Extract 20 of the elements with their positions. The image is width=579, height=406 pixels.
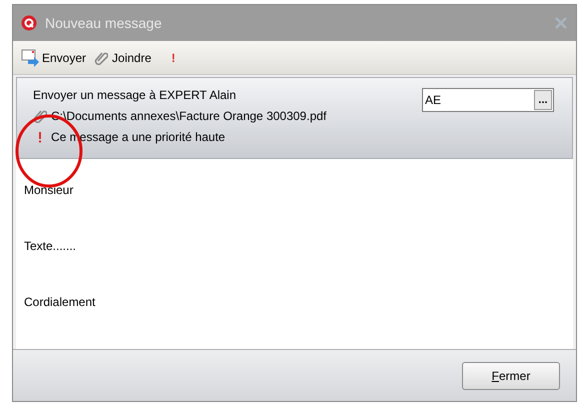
app-logo-icon	[21, 15, 37, 31]
paperclip-icon	[33, 109, 47, 123]
close-icon[interactable]	[554, 17, 568, 29]
priority-button[interactable]: !	[167, 48, 180, 66]
recipient-code: AE	[424, 92, 442, 109]
window-title: Nouveau message	[45, 14, 162, 33]
send-icon	[21, 48, 41, 66]
attach-button[interactable]: Joindre	[94, 48, 152, 66]
exclamation-icon	[38, 132, 42, 142]
recipient-field[interactable]: AE ...	[422, 88, 554, 112]
body-line: Cordialement	[24, 294, 96, 311]
recipient-label: Envoyer un message à EXPERT Alain	[33, 87, 238, 104]
close-button[interactable]: Fermer	[462, 362, 560, 390]
paperclip-icon	[94, 50, 108, 64]
send-button[interactable]: Envoyer	[21, 48, 86, 66]
message-body[interactable]: Monsieur Texte....... Cordialement	[16, 159, 573, 349]
body-line: Monsieur	[24, 182, 74, 199]
browse-button[interactable]: ...	[534, 90, 552, 110]
attachment-path: C:\Documents annexes\Facture Orange 300309.pdf	[51, 108, 326, 125]
body-line: Texte.......	[24, 238, 78, 255]
